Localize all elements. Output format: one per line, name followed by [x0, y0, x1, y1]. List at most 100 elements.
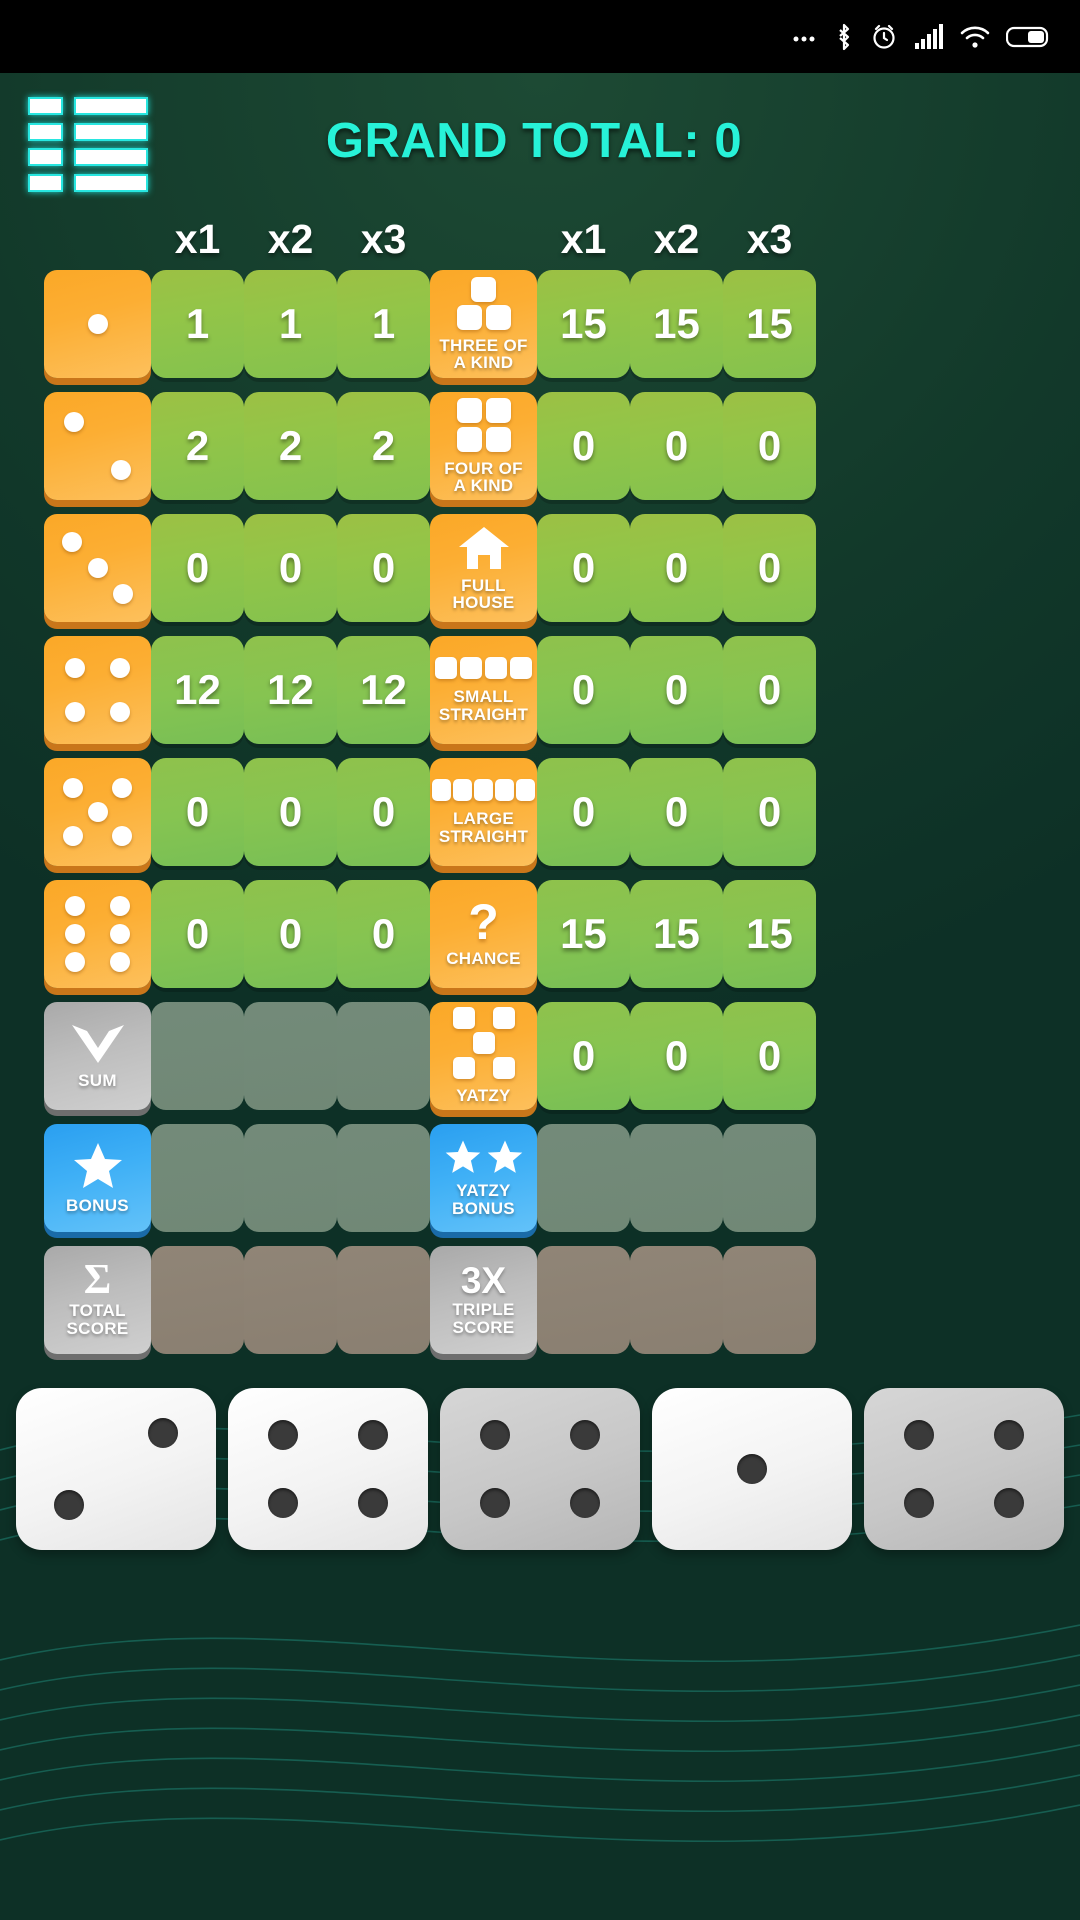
score-cell[interactable]: 0	[537, 636, 630, 744]
star-icon	[72, 1141, 124, 1191]
score-cell[interactable]: 0	[630, 1002, 723, 1110]
score-cell[interactable]: 1	[151, 270, 244, 378]
score-cell[interactable]: 15	[630, 880, 723, 988]
score-cell-disabled	[244, 1246, 337, 1354]
status-bar	[0, 0, 1080, 73]
tray-die-3[interactable]	[440, 1388, 640, 1550]
score-cell[interactable]: 1	[244, 270, 337, 378]
wifi-icon	[960, 25, 990, 49]
score-cell[interactable]: 0	[723, 758, 816, 866]
total-score-tile: Σ TOTAL SCORE	[44, 1246, 151, 1354]
category-label: YATZY	[456, 1086, 511, 1106]
score-cell[interactable]: 0	[244, 758, 337, 866]
score-board: x1 x2 x3 x1 x2 x3 1 1 1 THREE OFA KIND	[0, 208, 1080, 1354]
die-2-icon[interactable]	[44, 392, 151, 500]
table-row: 2 2 2 FOUR OF A KIND 0 0 0	[44, 392, 1036, 500]
alarm-icon	[870, 23, 898, 51]
category-small-straight[interactable]: SMALL STRAIGHT	[430, 636, 537, 744]
die-5-icon[interactable]	[44, 758, 151, 866]
header-right-x2: x2	[653, 215, 700, 262]
score-cell[interactable]: 2	[244, 392, 337, 500]
score-cell[interactable]: 0	[537, 758, 630, 866]
table-row: Σ TOTAL SCORE 3X TRIPLE SCORE	[44, 1246, 1036, 1354]
score-cell[interactable]: 0	[337, 758, 430, 866]
score-cell[interactable]: 0	[630, 514, 723, 622]
small-straight-icon	[435, 657, 532, 679]
die-3-icon[interactable]	[44, 514, 151, 622]
category-full-house[interactable]: FULL HOUSE	[430, 514, 537, 622]
tray-die-2[interactable]	[228, 1388, 428, 1550]
score-cell[interactable]: 0	[537, 1002, 630, 1110]
score-cell-disabled	[723, 1124, 816, 1232]
score-cell[interactable]: 15	[537, 880, 630, 988]
score-cell-disabled	[244, 1124, 337, 1232]
score-cell[interactable]: 0	[630, 636, 723, 744]
header-left-x3: x3	[360, 215, 407, 262]
grand-total-label: GRAND TOTAL: 0	[325, 113, 743, 168]
score-cell[interactable]: 0	[151, 514, 244, 622]
score-cell[interactable]: 0	[337, 880, 430, 988]
full-house-icon	[457, 525, 511, 571]
score-cell-disabled	[337, 1002, 430, 1110]
score-cell[interactable]: 0	[151, 880, 244, 988]
score-cell[interactable]: 0	[537, 514, 630, 622]
menu-list-icon[interactable]	[28, 97, 148, 192]
header-right-x3: x3	[746, 215, 793, 262]
triple-score-label: TRIPLE SCORE	[452, 1300, 515, 1337]
game-screen: GRAND TOTAL: 0 x1 x2 x3 x1 x2 x3 1 1 1 T…	[0, 73, 1080, 1920]
tray-die-4[interactable]	[652, 1388, 852, 1550]
score-cell[interactable]: 0	[723, 392, 816, 500]
die-1-icon[interactable]	[44, 270, 151, 378]
score-cell[interactable]: 1	[337, 270, 430, 378]
score-cell[interactable]: 0	[537, 392, 630, 500]
signal-icon	[914, 23, 944, 50]
score-cell-disabled	[723, 1246, 816, 1354]
score-cell[interactable]: 0	[723, 636, 816, 744]
more-icon	[792, 32, 818, 42]
table-row: SUM YATZY 0 0 0	[44, 1002, 1036, 1110]
bluetooth-icon	[834, 22, 854, 52]
category-label: CHANCE	[446, 948, 521, 968]
score-cell[interactable]: 0	[244, 514, 337, 622]
large-straight-icon	[432, 779, 535, 801]
score-cell[interactable]: 0	[630, 392, 723, 500]
category-label: LARGE STRAIGHT	[438, 809, 529, 846]
score-cell[interactable]: 15	[630, 270, 723, 378]
score-cell[interactable]: 0	[151, 758, 244, 866]
score-cell[interactable]: 2	[151, 392, 244, 500]
score-cell[interactable]: 15	[537, 270, 630, 378]
header-left-x2: x2	[267, 215, 314, 262]
category-four-of-a-kind[interactable]: FOUR OF A KIND	[430, 392, 537, 500]
score-cell-disabled	[537, 1246, 630, 1354]
score-cell[interactable]: 0	[723, 514, 816, 622]
sum-label: SUM	[78, 1071, 117, 1091]
battery-icon	[1006, 25, 1050, 49]
chevron-down-icon	[69, 1022, 127, 1066]
sum-label-tile: SUM	[44, 1002, 151, 1110]
tray-die-1[interactable]	[16, 1388, 216, 1550]
question-mark-icon: ?	[468, 894, 499, 950]
die-6-icon[interactable]	[44, 880, 151, 988]
score-cell[interactable]: 12	[151, 636, 244, 744]
score-cell[interactable]: 15	[723, 270, 816, 378]
header-left-x1: x1	[174, 215, 221, 262]
die-4-icon[interactable]	[44, 636, 151, 744]
category-label: THREE OF A KIND	[439, 335, 528, 372]
yatzy-icon	[452, 1007, 515, 1080]
category-large-straight[interactable]: LARGE STRAIGHT	[430, 758, 537, 866]
score-cell-disabled	[151, 1246, 244, 1354]
score-cell[interactable]: 2	[337, 392, 430, 500]
category-three-of-a-kind[interactable]: THREE OF A KIND	[430, 270, 537, 378]
score-cell[interactable]: 0	[244, 880, 337, 988]
category-chance[interactable]: ? CHANCE	[430, 880, 537, 988]
score-cell[interactable]: 15	[723, 880, 816, 988]
double-star-icon	[444, 1139, 524, 1175]
tray-die-5[interactable]	[864, 1388, 1064, 1550]
bonus-label: BONUS	[66, 1196, 129, 1216]
score-cell[interactable]: 12	[337, 636, 430, 744]
score-cell[interactable]: 0	[337, 514, 430, 622]
score-cell[interactable]: 12	[244, 636, 337, 744]
score-cell[interactable]: 0	[630, 758, 723, 866]
score-cell[interactable]: 0	[723, 1002, 816, 1110]
category-yatzy[interactable]: YATZY	[430, 1002, 537, 1110]
